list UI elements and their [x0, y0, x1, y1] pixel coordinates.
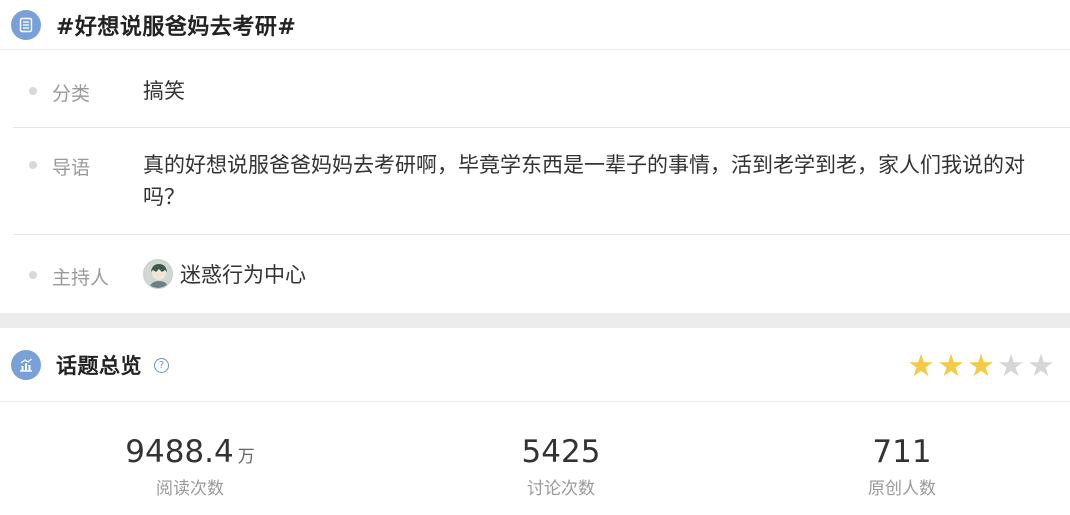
- star-filled-icon: ★: [967, 348, 995, 384]
- star-empty-icon: ★: [997, 348, 1025, 384]
- bullet-dot: [29, 271, 37, 279]
- section-divider: [0, 313, 1070, 328]
- stat-discussions: 5425 讨论次数: [411, 432, 711, 499]
- bullet-dot: [29, 161, 37, 169]
- discussions-label: 讨论次数: [527, 479, 595, 499]
- info-row-category: 分类 搞笑: [13, 53, 1070, 128]
- category-label: 分类: [52, 83, 91, 105]
- avatar-icon[interactable]: [143, 259, 173, 289]
- star-filled-icon: ★: [907, 348, 935, 384]
- star-filled-icon: ★: [937, 348, 965, 384]
- info-row-host: 主持人 迷惑行为中心: [13, 235, 1070, 312]
- topic-header: #好想说服爸妈去考研#: [0, 0, 1070, 50]
- star-empty-icon: ★: [1027, 348, 1055, 384]
- intro-label: 导语: [52, 157, 91, 179]
- overview-title: 话题总览: [56, 353, 142, 378]
- topic-title: #好想说服爸妈去考研#: [56, 14, 297, 40]
- list-icon: [11, 9, 41, 40]
- question-icon[interactable]: ?: [154, 358, 169, 373]
- original-authors-value: 711: [872, 434, 932, 470]
- intro-text: 真的好想说服爸爸妈妈去考研啊，毕竟学东西是一辈子的事情，活到老学到老，家人们我说…: [143, 153, 1025, 209]
- reads-value: 9488.4: [125, 434, 234, 470]
- reads-label: 阅读次数: [156, 479, 224, 499]
- host-label: 主持人: [52, 267, 110, 289]
- stat-original-authors: 711 原创人数: [752, 432, 1052, 499]
- original-authors-label: 原创人数: [868, 479, 936, 499]
- host-name[interactable]: 迷惑行为中心: [180, 259, 306, 289]
- stat-reads: 9488.4 万 阅读次数: [40, 432, 340, 499]
- overview-header: 话题总览 ? ★ ★ ★ ★ ★: [0, 328, 1070, 402]
- chart-icon: [11, 349, 41, 380]
- rating-stars: ★ ★ ★ ★ ★: [906, 350, 1056, 382]
- discussions-value: 5425: [521, 434, 601, 470]
- info-row-intro: 导语 真的好想说服爸爸妈妈去考研啊，毕竟学东西是一辈子的事情，活到老学到老，家人…: [13, 128, 1070, 235]
- category-value[interactable]: 搞笑: [143, 75, 185, 107]
- bullet-dot: [29, 87, 37, 95]
- host-link[interactable]: 迷惑行为中心: [143, 259, 306, 289]
- reads-unit: 万: [237, 447, 255, 467]
